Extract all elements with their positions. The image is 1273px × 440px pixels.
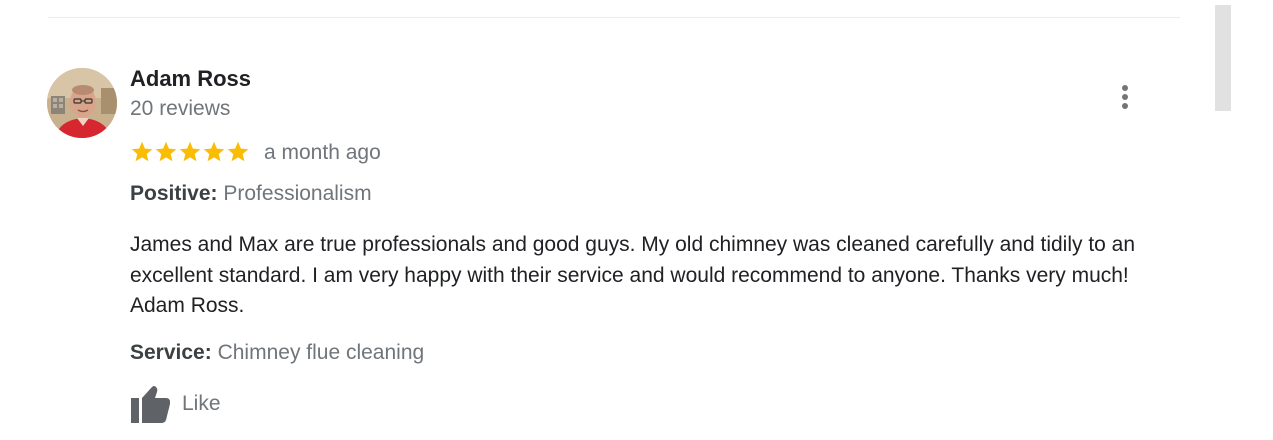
star-icon — [131, 141, 153, 162]
star-icon — [203, 141, 225, 162]
review-date: a month ago — [264, 141, 381, 164]
divider — [48, 17, 1180, 18]
scrollbar-thumb[interactable] — [1215, 5, 1231, 111]
star-icon — [179, 141, 201, 162]
star-icon — [227, 141, 249, 162]
more-options-button[interactable] — [1112, 80, 1138, 114]
thumbs-up-icon — [131, 386, 170, 423]
star-rating — [130, 140, 250, 164]
positive-value: Professionalism — [223, 182, 372, 205]
star-icon — [155, 141, 177, 162]
like-button[interactable]: Like — [130, 384, 221, 424]
review-count[interactable]: 20 reviews — [130, 97, 230, 121]
like-label: Like — [182, 392, 221, 415]
reviewer-name[interactable]: Adam Ross — [130, 66, 251, 92]
review-page: Adam Ross 20 reviews a month ago Positiv… — [0, 0, 1273, 440]
positive-label: Positive: — [130, 182, 218, 205]
service-attribute: Service: Chimney flue cleaning — [130, 341, 424, 365]
avatar-photo — [47, 68, 117, 138]
positive-attribute: Positive: Professionalism — [130, 182, 372, 206]
service-label: Service: — [130, 341, 212, 364]
avatar[interactable] — [47, 68, 117, 138]
service-value: Chimney flue cleaning — [217, 341, 425, 364]
review-text: James and Max are true professionals and… — [130, 233, 1136, 317]
more-vert-icon — [1122, 85, 1128, 109]
